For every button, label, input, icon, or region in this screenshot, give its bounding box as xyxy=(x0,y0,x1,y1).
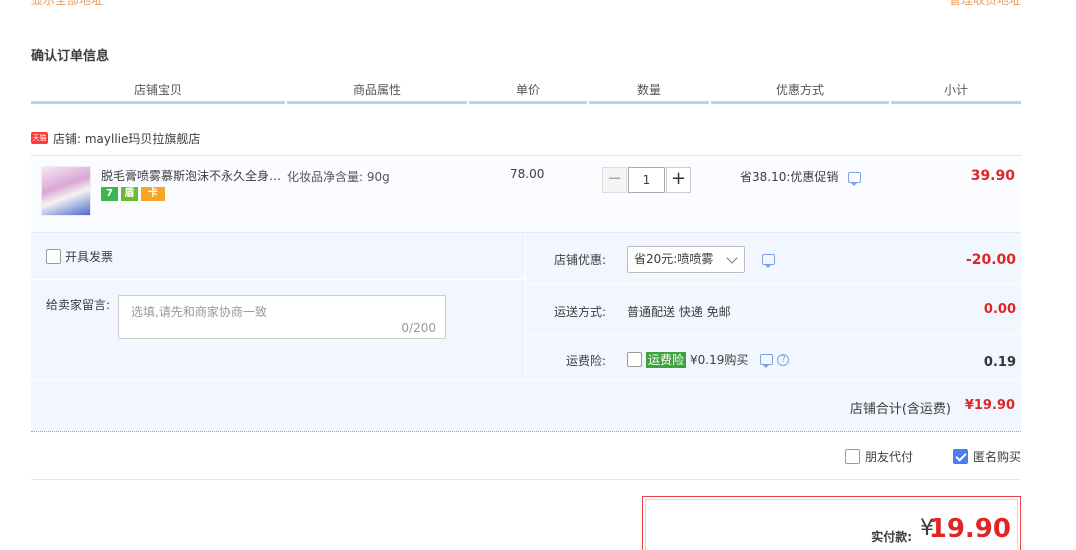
friend-pay-option[interactable]: 朋友代付 xyxy=(845,448,913,465)
seller-message-textarea[interactable]: 选填,请先和商家协商一致 0/200 xyxy=(118,295,446,339)
shop-discount-label: 店铺优惠: xyxy=(553,253,606,267)
message-char-count: 0/200 xyxy=(401,321,436,335)
shipping-insurance-row: 运费险: 运费险 ¥0.19购买 ? 0.19 xyxy=(526,335,1022,379)
payment-summary: 实付款: ¥ 19.90 xyxy=(642,496,1021,550)
guarantee-icon[interactable]: 盾 xyxy=(121,187,138,201)
friend-pay-checkbox[interactable] xyxy=(845,449,860,464)
payment-label: 实付款: xyxy=(871,530,912,544)
quantity-minus-button[interactable]: − xyxy=(602,167,627,193)
shop-total-label: 店铺合计(含运费) xyxy=(849,402,951,417)
buyer-options: 开具发票 给卖家留言: 选填,请先和商家协商一致 0/200 xyxy=(31,233,525,379)
anonymous-label: 匿名购买 xyxy=(973,450,1022,464)
product-property: 化妆品净含量: 90g xyxy=(287,170,390,184)
insurance-label: 运费险: xyxy=(565,354,606,368)
invoice-label: 开具发票 xyxy=(65,250,114,264)
chat-icon[interactable] xyxy=(762,254,775,268)
column-price: 单价 xyxy=(469,82,587,104)
chat-icon[interactable] xyxy=(848,172,862,186)
manage-addresses-link[interactable]: 管理收货地址 xyxy=(949,0,1021,8)
anonymous-purchase-option[interactable]: 匿名购买 xyxy=(953,448,1021,465)
chat-icon[interactable] xyxy=(760,354,774,368)
shipping-label: 运送方式: xyxy=(553,305,606,319)
payment-amount: 19.90 xyxy=(928,514,1011,544)
order-detail-panel: 开具发票 给卖家留言: 选填,请先和商家协商一致 0/200 店铺优惠: 省20… xyxy=(31,232,1022,433)
chevron-down-icon xyxy=(726,252,738,264)
show-all-addresses-link[interactable]: 显示全部地址 xyxy=(31,0,103,8)
anonymous-checkbox[interactable] xyxy=(953,449,968,464)
column-shop-item: 店铺宝贝 xyxy=(31,82,285,104)
service-badges: 7 盾 卡 xyxy=(101,187,165,201)
unit-price: 78.00 xyxy=(510,167,545,181)
tmall-icon: 天猫 xyxy=(31,132,48,144)
item-subtotal: 39.90 xyxy=(970,168,1015,184)
order-item-row: 脱毛膏喷雾慕斯泡沫不永久全身… 7 盾 卡 化妆品净含量: 90g 78.00 … xyxy=(31,156,1021,232)
invoice-checkbox[interactable] xyxy=(46,249,61,264)
shipping-value: 0.00 xyxy=(983,302,1016,317)
insurance-checkbox[interactable] xyxy=(627,352,642,367)
divider xyxy=(31,479,1021,480)
column-promotion: 优惠方式 xyxy=(711,82,889,104)
credit-card-icon[interactable]: 卡 xyxy=(141,187,165,201)
shop-discount-select[interactable]: 省20元:喷喷雾 xyxy=(627,246,745,273)
column-header: 店铺宝贝 商品属性 单价 数量 优惠方式 小计 xyxy=(31,82,1021,104)
message-placeholder: 选填,请先和商家协商一致 xyxy=(131,305,267,319)
divider xyxy=(31,279,525,280)
invoice-option[interactable]: 开具发票 xyxy=(46,248,113,265)
column-subtotal: 小计 xyxy=(891,82,1021,104)
shipping-row: 运送方式: 普通配送 快递 免邮 0.00 xyxy=(526,285,1022,335)
shop-total-row: 店铺合计(含运费) ¥19.90 xyxy=(31,379,1021,433)
message-label: 给卖家留言: xyxy=(46,298,111,312)
column-quantity: 数量 xyxy=(589,82,709,104)
shop-discount-row: 店铺优惠: 省20元:喷喷雾 -20.00 xyxy=(526,233,1022,285)
promotion-text: 省38.10:优惠促销 xyxy=(740,170,839,184)
product-image[interactable] xyxy=(41,166,91,216)
insurance-value: 0.19 xyxy=(983,355,1016,370)
promotion: 省38.10:优惠促销 xyxy=(740,168,862,186)
product-name[interactable]: 脱毛膏喷雾慕斯泡沫不永久全身… xyxy=(101,167,281,184)
help-icon[interactable]: ? xyxy=(777,353,790,366)
shipping-method: 普通配送 快递 免邮 xyxy=(627,305,731,319)
shop-name[interactable]: 店铺: mayllie玛贝拉旗舰店 xyxy=(53,130,200,147)
shop-header: 天猫 店铺: mayllie玛贝拉旗舰店 xyxy=(31,129,200,147)
column-property: 商品属性 xyxy=(287,82,467,104)
quantity-plus-button[interactable]: + xyxy=(666,167,691,193)
insurance-option[interactable]: 运费险 ¥0.19购买 ? xyxy=(627,351,790,368)
shop-discount-selected: 省20元:喷喷雾 xyxy=(634,252,714,266)
shop-total-value: ¥19.90 xyxy=(964,398,1015,413)
section-title: 确认订单信息 xyxy=(31,49,110,64)
shop-discount-value: -20.00 xyxy=(965,252,1016,268)
quantity-input[interactable]: 1 xyxy=(628,167,665,193)
insurance-tag: 运费险 xyxy=(646,351,687,368)
insurance-price: ¥0.19购买 xyxy=(690,353,749,367)
friend-pay-label: 朋友代付 xyxy=(865,450,914,464)
shop-settlement: 店铺优惠: 省20元:喷喷雾 -20.00 运送方式: 普通配送 快递 免邮 0… xyxy=(525,233,1022,379)
seven-day-return-icon[interactable]: 7 xyxy=(101,187,118,201)
quantity-stepper: − 1 + xyxy=(602,167,691,193)
